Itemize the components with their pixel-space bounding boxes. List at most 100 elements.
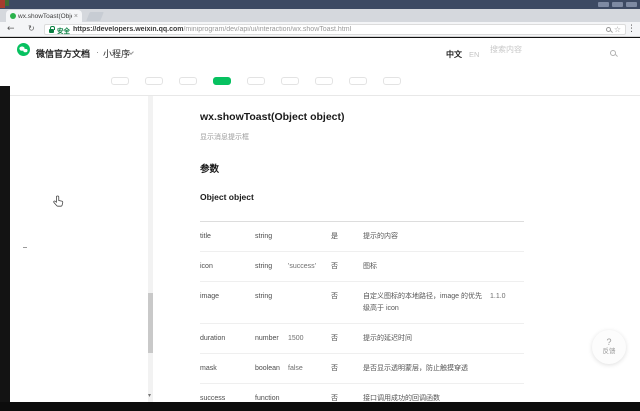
table-row: mask boolean false 否 是否显示透明蒙层，防止触摸穿透 — [200, 354, 524, 384]
cell-prop: success — [200, 384, 255, 402]
subnav-pill[interactable] — [179, 77, 197, 85]
page: 微信官方文档 · 小程序 中文 EN wx.showToast(Object o… — [0, 38, 640, 402]
search-input[interactable] — [490, 45, 602, 54]
feedback-label: 反馈 — [603, 348, 616, 355]
page-subtitle: 显示消息提示框 — [200, 132, 640, 142]
window-maximize-button[interactable] — [612, 2, 623, 7]
cell-default: 1500 — [288, 324, 331, 353]
cell-prop: mask — [200, 354, 255, 383]
table-header-cell — [288, 210, 331, 221]
cell-version — [490, 324, 524, 353]
brand-title: 微信官方文档 — [36, 47, 90, 60]
cell-desc: 是否显示透明蒙层，防止触摸穿透 — [363, 354, 490, 383]
reload-icon[interactable]: ↻ — [28, 25, 35, 33]
browser-menu-icon[interactable]: ⋮ — [627, 25, 636, 34]
main-content: wx.showToast(Object object) 显示消息提示框 参数 O… — [147, 96, 640, 402]
security-badge: 安全 — [57, 25, 70, 35]
table-header-cell — [331, 210, 363, 221]
lang-zh[interactable]: 中文 — [446, 49, 462, 60]
cell-desc: 提示的内容 — [363, 222, 490, 251]
page-title: wx.showToast(Object object) — [200, 111, 640, 123]
subnav-pill[interactable] — [247, 77, 265, 85]
cell-version: 1.1.0 — [490, 282, 524, 322]
wechat-logo-icon — [17, 43, 30, 56]
table-header-cell — [490, 210, 524, 221]
cell-default: false — [288, 354, 331, 383]
cell-type: boolean — [255, 354, 288, 383]
browser-tab[interactable]: wx.showToast(Object... × — [6, 10, 82, 22]
cell-type: number — [255, 324, 288, 353]
cell-prop: duration — [200, 324, 255, 353]
url-text: https://developers.weixin.qq.com/minipro… — [73, 26, 603, 33]
sidebar-item[interactable] — [10, 235, 147, 245]
url-path: /miniprogram/dev/api/ui/interaction/wx.s… — [183, 26, 351, 33]
params-table: title string 是 提示的内容 icon string 'succes… — [200, 210, 524, 402]
cell-version — [490, 222, 524, 251]
sidebar — [10, 96, 147, 402]
product-switcher[interactable]: 小程序 — [103, 47, 130, 60]
address-bar[interactable]: 安全 https://developers.weixin.qq.com/mini… — [44, 24, 626, 35]
cell-required: 是 — [331, 222, 363, 251]
screen: wx.showToast(Object... × ← ↻ 安全 https://… — [0, 0, 640, 411]
url-host: https://developers.weixin.qq.com — [73, 26, 183, 33]
back-icon[interactable]: ← — [7, 25, 15, 34]
table-row: success function 否 接口调用成功的回调函数 — [200, 384, 524, 402]
browser-toolbar: ← ↻ 安全 https://developers.weixin.qq.com/… — [0, 22, 640, 37]
brand-separator: · — [96, 47, 99, 57]
sidebar-item — [10, 151, 147, 160]
cell-required: 否 — [331, 282, 363, 322]
feedback-button[interactable]: ? 反馈 — [592, 330, 626, 364]
table-row: title string 是 提示的内容 — [200, 222, 524, 252]
subnav-pill[interactable] — [383, 77, 401, 85]
table-row: image string 否 自定义图标的本地路径，image 的优先级高于 i… — [200, 282, 524, 323]
table-body: title string 是 提示的内容 icon string 'succes… — [200, 222, 524, 402]
zoom-icon[interactable] — [606, 27, 611, 32]
search-icon[interactable] — [610, 50, 616, 56]
table-header-cell — [255, 210, 288, 221]
subnav-pill[interactable] — [349, 77, 367, 85]
cell-type: function — [255, 384, 288, 402]
sidebar-scrollbar-track[interactable] — [148, 96, 153, 402]
cell-prop: title — [200, 222, 255, 251]
params-heading: 参数 — [200, 161, 640, 175]
question-icon: ? — [606, 338, 611, 348]
sidebar-item — [10, 208, 147, 217]
tab-close-icon[interactable]: × — [74, 13, 78, 20]
cell-required: 否 — [331, 354, 363, 383]
subnav-pill[interactable] — [111, 77, 129, 85]
sidebar-scrollbar-thumb[interactable] — [148, 293, 153, 353]
window-close-button[interactable] — [626, 2, 637, 7]
subnav-pill[interactable] — [315, 77, 333, 85]
cell-prop: icon — [200, 252, 255, 281]
header-nav — [152, 48, 217, 52]
cell-type: string — [255, 252, 288, 281]
cell-desc: 接口调用成功的回调函数 — [363, 384, 490, 402]
table-row: duration number 1500 否 提示的延迟时间 — [200, 324, 524, 354]
doc-subnav — [0, 67, 640, 95]
lock-icon — [49, 29, 54, 33]
new-tab-button[interactable] — [86, 12, 104, 21]
sidebar-item — [10, 166, 147, 175]
site-header: 微信官方文档 · 小程序 中文 EN — [0, 38, 640, 67]
table-header-row — [200, 210, 524, 222]
cell-required: 否 — [331, 324, 363, 353]
hand-cursor-icon — [53, 195, 64, 208]
subnav-pill[interactable] — [281, 77, 299, 85]
screen-edge-left — [0, 86, 10, 411]
cell-type: string — [255, 282, 288, 322]
cell-desc: 自定义图标的本地路径，image 的优先级高于 icon — [363, 282, 490, 322]
subnav-pill[interactable] — [213, 77, 231, 85]
cell-version — [490, 354, 524, 383]
cell-version — [490, 252, 524, 281]
subnav-pill[interactable] — [145, 77, 163, 85]
cell-default: 'success' — [288, 252, 331, 281]
cell-desc: 图标 — [363, 252, 490, 281]
scrollbar-down-arrow-icon[interactable]: ▾ — [148, 393, 151, 399]
lang-en[interactable]: EN — [469, 50, 479, 59]
browser-tab-strip: wx.showToast(Object... × — [0, 9, 640, 22]
window-minimize-button[interactable] — [598, 2, 609, 7]
bookmark-star-icon[interactable]: ☆ — [614, 26, 621, 34]
cell-version — [490, 384, 524, 402]
sidebar-item — [10, 181, 147, 190]
cell-required: 否 — [331, 384, 363, 402]
